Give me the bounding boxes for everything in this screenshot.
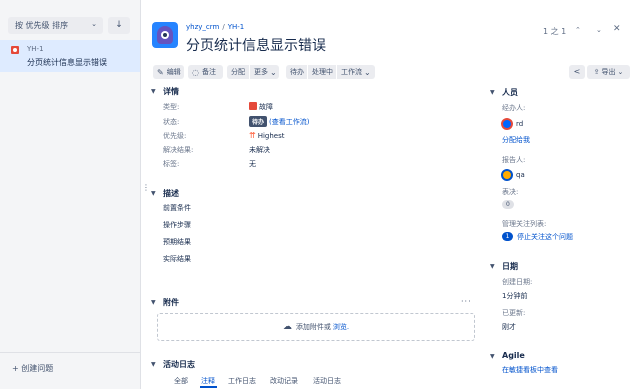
- people-title: 人员: [502, 88, 518, 97]
- comment-icon: ◌: [192, 67, 199, 77]
- collapse-chevron-icon[interactable]: ▼: [151, 361, 156, 368]
- breadcrumb-issue-key[interactable]: YH-1: [228, 23, 245, 31]
- created-label: 创建日期:: [502, 278, 533, 286]
- resolution-value: 未解决: [249, 146, 270, 154]
- resize-handle-icon[interactable]: ⋮: [142, 183, 150, 192]
- assign-button[interactable]: 分配: [227, 65, 249, 79]
- details-title: 详情: [163, 87, 179, 96]
- attachment-dropzone[interactable]: ☁ 添加附件或 浏览.: [157, 313, 475, 341]
- votes-label: 表决:: [502, 188, 519, 196]
- collapse-chevron-icon[interactable]: ▼: [151, 88, 156, 95]
- attachments-title: 附件: [163, 298, 179, 307]
- view-workflow-link[interactable]: (查看工作流): [269, 118, 309, 126]
- status-label: 状态:: [163, 118, 180, 126]
- pencil-icon: ✎: [157, 67, 164, 77]
- description-line: 操作步骤: [163, 221, 191, 229]
- type-value: 故障: [249, 102, 273, 112]
- tab-worklog[interactable]: 工作日志: [228, 376, 256, 386]
- more-button[interactable]: 更多 ⌄: [250, 65, 279, 79]
- updated-label: 已更新:: [502, 309, 526, 317]
- priority-highest-icon: ⇈: [249, 131, 256, 140]
- more-options-icon[interactable]: ···: [461, 297, 472, 306]
- tags-value: 无: [249, 160, 256, 168]
- assignee-label: 经办人:: [502, 104, 526, 112]
- chevron-down-icon: ⌄: [91, 20, 97, 28]
- in-progress-button[interactable]: 处理中: [308, 65, 336, 79]
- votes-badge[interactable]: 0: [502, 200, 514, 209]
- description-line: 前置条件: [163, 204, 191, 212]
- close-icon[interactable]: ✕: [613, 24, 621, 34]
- collapse-chevron-icon[interactable]: ▼: [490, 263, 495, 270]
- assignee-value[interactable]: rd: [516, 120, 523, 128]
- agile-title: Agile: [502, 351, 525, 360]
- issue-key: YH-1: [27, 45, 44, 53]
- collapse-chevron-icon[interactable]: ▼: [151, 190, 156, 197]
- tab-activity[interactable]: 活动日志: [313, 376, 341, 386]
- breadcrumb: yhzy_crm / YH-1: [186, 23, 245, 31]
- export-icon: ⇪: [593, 68, 600, 76]
- comment-button[interactable]: ◌ 备注: [188, 65, 223, 79]
- reporter-value[interactable]: qa: [516, 171, 525, 179]
- todo-button[interactable]: 待办: [286, 65, 307, 79]
- project-avatar: [152, 22, 178, 48]
- type-label: 类型:: [163, 103, 180, 111]
- avatar: [501, 169, 513, 181]
- chevron-up-icon[interactable]: ⌃: [575, 26, 581, 34]
- tab-all[interactable]: 全部: [174, 376, 188, 386]
- updated-value: 刚才: [502, 323, 516, 331]
- collapse-chevron-icon[interactable]: ▼: [490, 353, 495, 360]
- chevron-down-icon[interactable]: ⌄: [596, 26, 602, 34]
- watchers-label: 管理关注列表:: [502, 220, 547, 228]
- stop-watching-link[interactable]: 停止关注这个问题: [517, 232, 573, 242]
- issue-list-panel: 按 优先级 排序 ⌄ ↓ YH-1 分页统计信息显示错误 + 创建问题: [0, 0, 141, 389]
- watchers-badge[interactable]: 1: [502, 232, 513, 241]
- priority-label: 优先级:: [163, 132, 187, 140]
- create-issue-button[interactable]: + 创建问题: [12, 363, 53, 374]
- share-icon[interactable]: <: [569, 65, 585, 79]
- issue-summary: 分页统计信息显示错误: [27, 58, 107, 67]
- chevron-down-icon: ⌄: [617, 68, 624, 76]
- sort-select[interactable]: 按 优先级 排序 ⌄: [8, 17, 103, 34]
- avatar: [501, 118, 513, 130]
- created-value: 1分钟前: [502, 292, 528, 300]
- chevron-down-icon: ⌄: [364, 67, 371, 77]
- breadcrumb-project[interactable]: yhzy_crm: [186, 23, 219, 31]
- dropzone-text: 添加附件或: [295, 323, 331, 331]
- agile-board-link[interactable]: 在敏捷看板中查看: [502, 365, 558, 375]
- list-item[interactable]: YH-1 分页统计信息显示错误: [0, 40, 140, 72]
- edit-button[interactable]: ✎ 编辑: [153, 65, 184, 79]
- status-badge: 待办: [249, 116, 268, 127]
- divider: [0, 352, 140, 353]
- bug-icon: [249, 102, 257, 110]
- chevron-down-icon: ⌄: [270, 67, 277, 77]
- tags-label: 标签:: [163, 160, 180, 168]
- resolution-label: 解决结果:: [163, 146, 194, 154]
- tab-comments[interactable]: 注释: [201, 376, 215, 386]
- description-line: 预期结果: [163, 238, 191, 246]
- sort-direction-button[interactable]: ↓: [108, 17, 130, 34]
- assign-to-me-link[interactable]: 分配给我: [502, 135, 530, 145]
- collapse-chevron-icon[interactable]: ▼: [490, 89, 495, 96]
- collapse-chevron-icon[interactable]: ▼: [151, 299, 156, 306]
- reporter-label: 报告人:: [502, 156, 526, 164]
- activity-title: 活动日志: [163, 360, 195, 369]
- sort-label: 按 优先级 排序: [15, 21, 69, 30]
- export-button[interactable]: ⇪ 导出 ⌄: [587, 65, 630, 79]
- bug-icon: [11, 46, 19, 54]
- description-title: 描述: [163, 189, 179, 198]
- tab-history[interactable]: 改动记录: [270, 376, 298, 386]
- page-title: 分页统计信息显示错误: [186, 38, 326, 54]
- workflow-button[interactable]: 工作流 ⌄: [337, 65, 375, 79]
- priority-value: ⇈ Highest: [249, 131, 285, 140]
- description-line: 实际结果: [163, 255, 191, 263]
- status-value: 待办 (查看工作流): [249, 116, 309, 127]
- dates-title: 日期: [502, 262, 518, 271]
- active-tab-indicator: [200, 386, 217, 388]
- cloud-upload-icon: ☁: [282, 322, 292, 332]
- browse-link[interactable]: 浏览.: [333, 322, 349, 332]
- pager-count: 1 之 1: [543, 27, 567, 36]
